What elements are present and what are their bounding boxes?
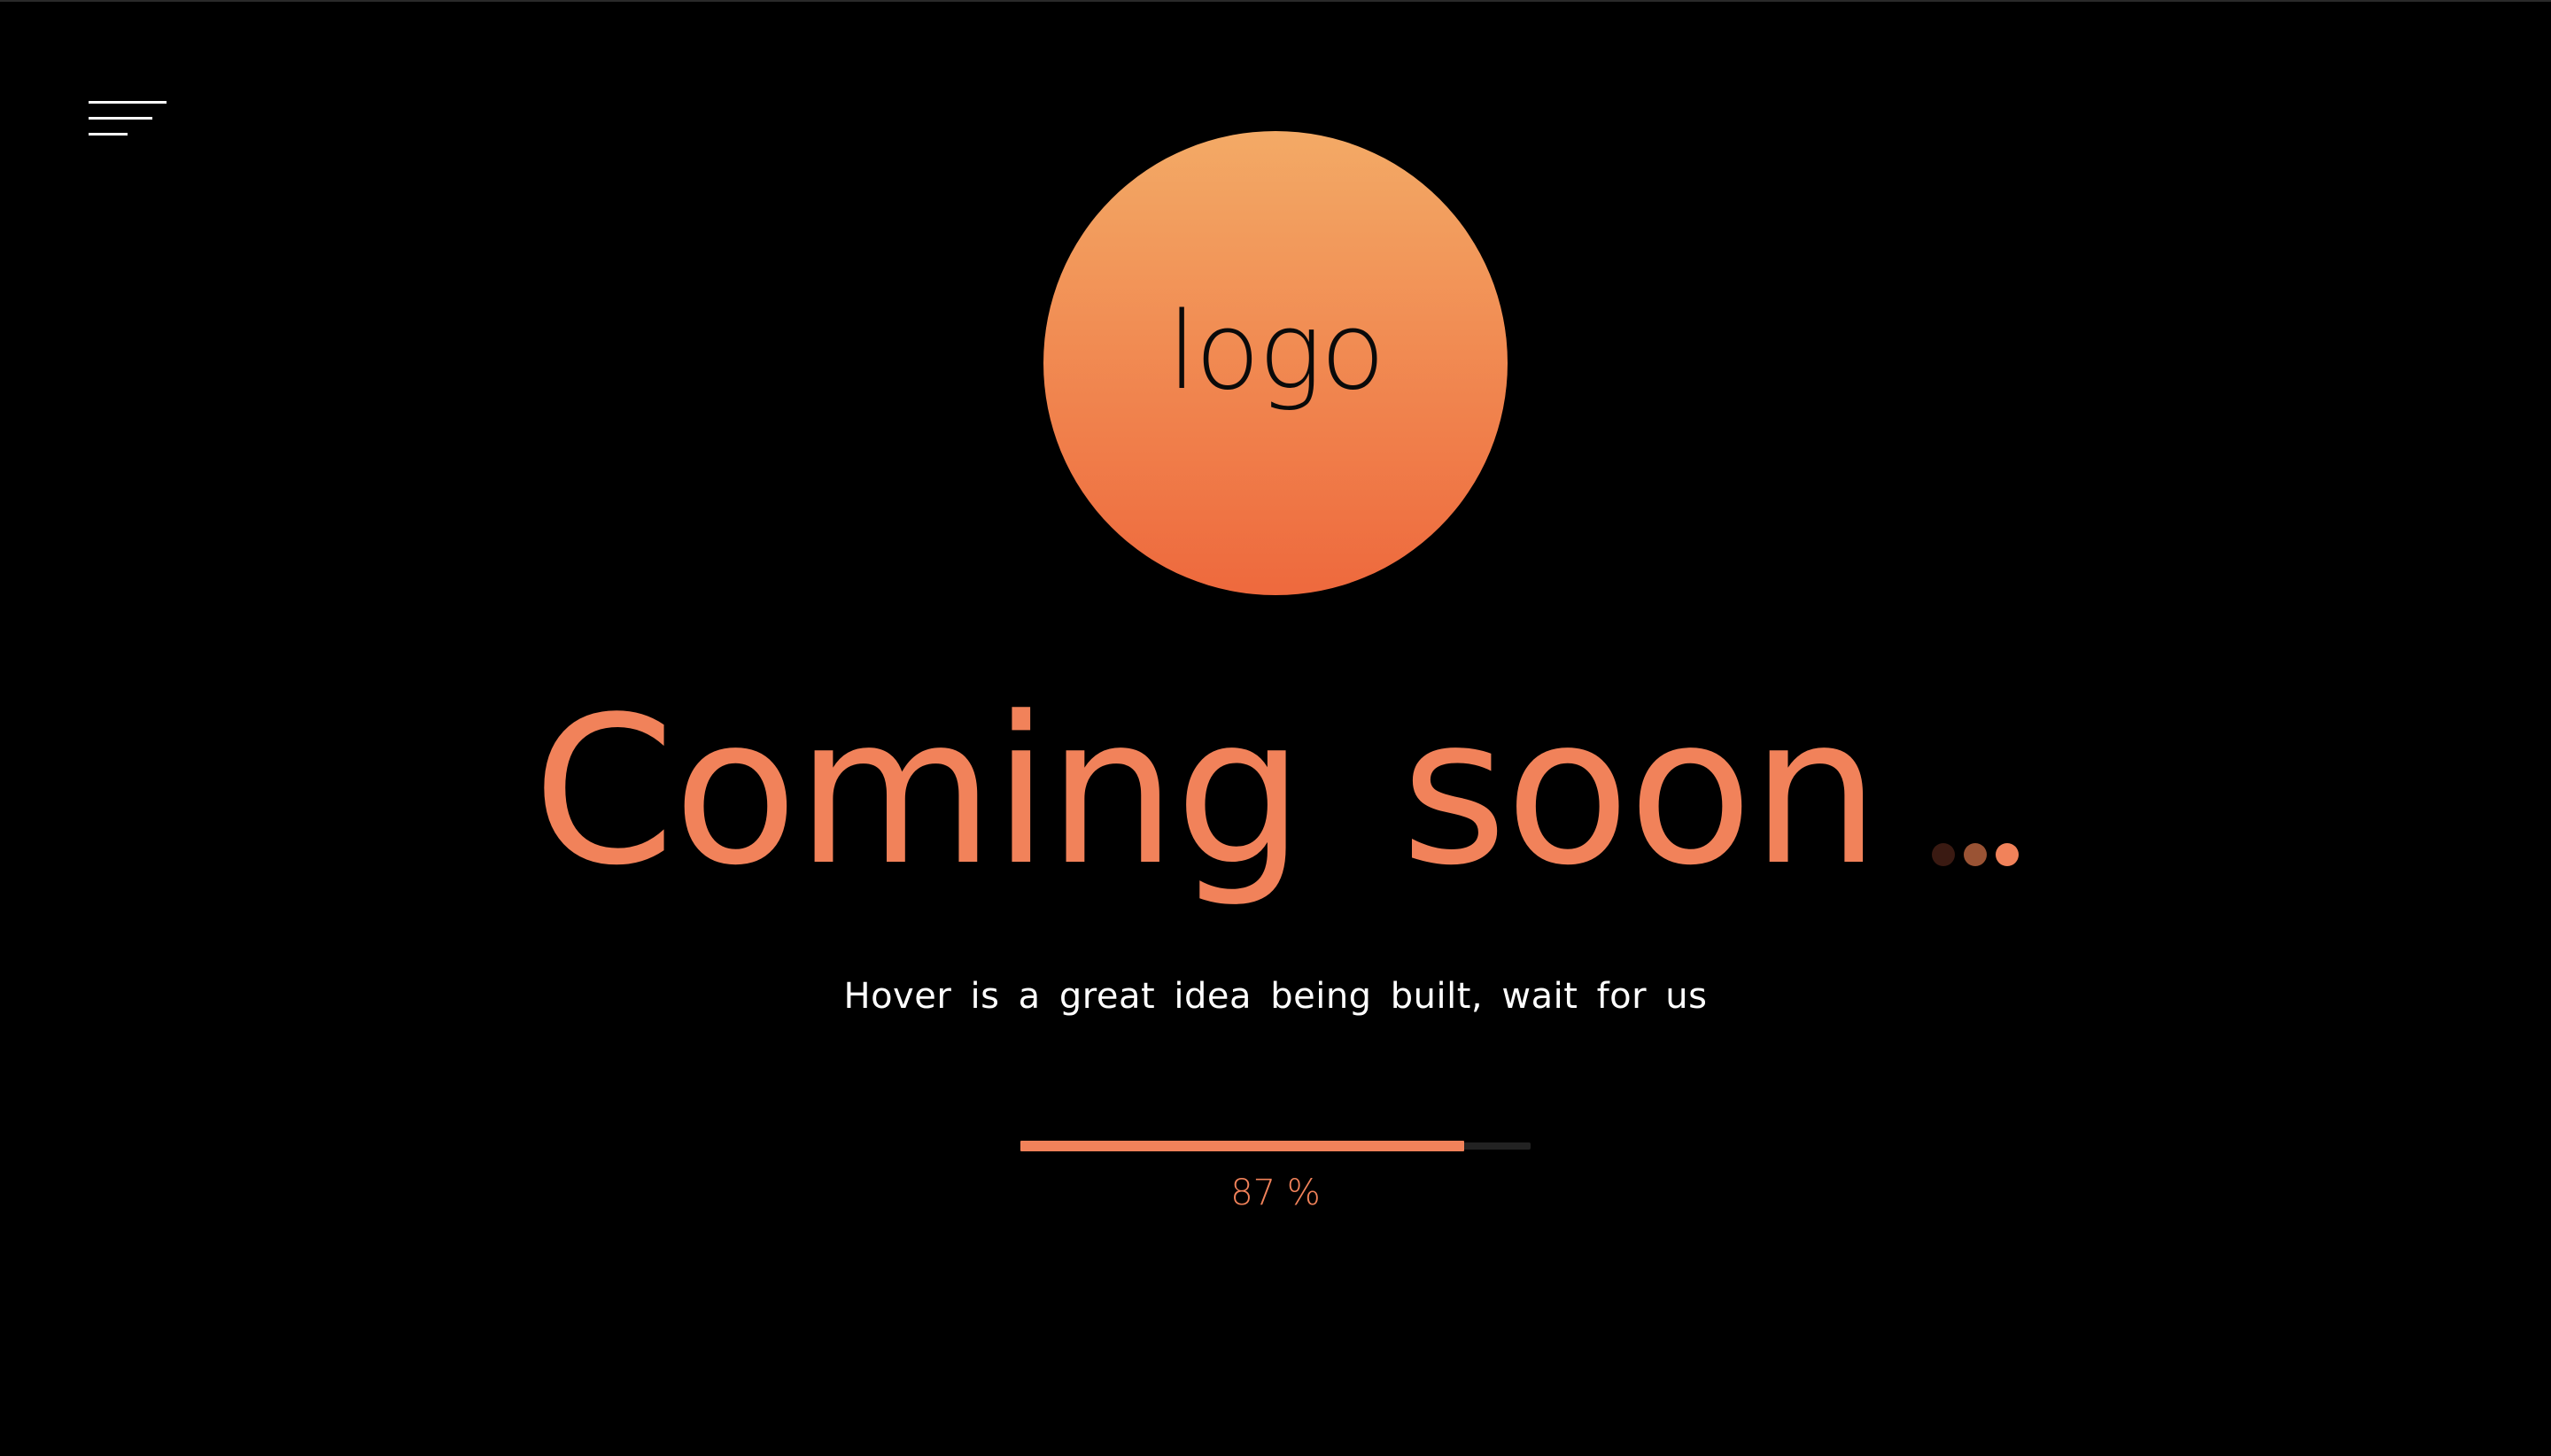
subtitle: Hover is a great idea being built, wait …: [843, 976, 1708, 1017]
page-title: Coming soon: [532, 674, 1880, 910]
loading-dot-2: [1963, 843, 1987, 866]
logo-text: logo: [1167, 290, 1385, 414]
loading-dots: [1931, 843, 2019, 866]
loading-dot-3: [1995, 843, 2019, 866]
headline: Coming soon: [0, 682, 2551, 895]
loading-dot-1: [1931, 843, 1955, 866]
logo-circle: logo: [1043, 131, 1508, 595]
progress-bar-fill: [1020, 1141, 1465, 1151]
menu-button[interactable]: [85, 96, 170, 142]
top-border: [0, 0, 2551, 2]
progress-label: 87 %: [1230, 1173, 1321, 1213]
hamburger-menu-icon: [89, 101, 167, 136]
progress-bar: [1020, 1141, 1531, 1151]
